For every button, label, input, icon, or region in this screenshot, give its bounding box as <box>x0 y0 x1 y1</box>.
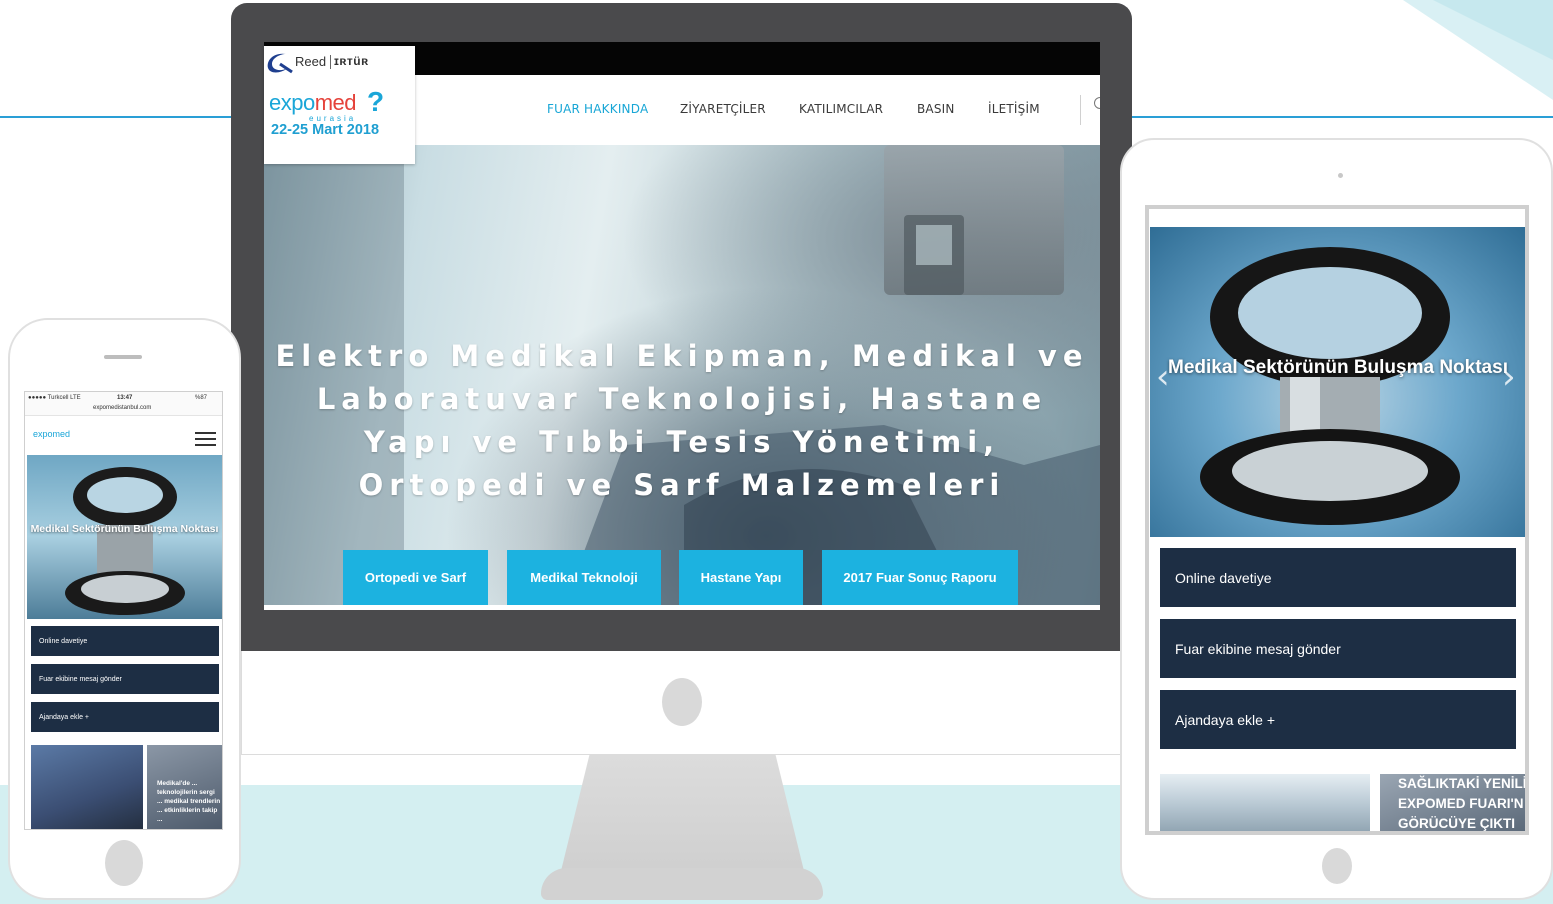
phone-news-snippet: Medikal'de ... teknolojilerin sergi ... … <box>157 780 221 823</box>
phone-news-image-1[interactable] <box>31 745 143 829</box>
phone-carrier: ●●●●● Turkcell LTE <box>28 395 81 401</box>
phone-url: expomedistanbul.com <box>93 405 152 411</box>
nav-separator <box>1080 95 1081 125</box>
chevron-left-icon[interactable]: ‹ <box>1156 357 1170 397</box>
nav-iletisim[interactable]: İLETİŞİM <box>988 102 1040 116</box>
tablet-home-button <box>1322 848 1352 884</box>
phone-speaker <box>104 355 142 359</box>
phone-hero-title: Medikal Sektörünün Buluşma Noktası <box>30 523 219 535</box>
phone-header: expomed <box>25 417 222 455</box>
tablet-button-ajandaya-ekle[interactable]: Ajandaya ekle + <box>1160 690 1516 749</box>
phone-news-thumbnails: Medikal'de ... teknolojilerin sergi ... … <box>31 745 222 829</box>
mockup-stage: FUAR HAKKINDA ZİYARETÇİLER KATILIMCILAR … <box>0 0 1553 904</box>
phone-screen: ●●●●● Turkcell LTE 13:47 %87 expomedista… <box>24 391 223 830</box>
tablet-button-online-davetiye[interactable]: Online davetiye <box>1160 548 1516 607</box>
hero-button-hastane-yapi[interactable]: Hastane Yapı <box>679 550 803 605</box>
tablet-news-image-2[interactable]: SAĞLIKTAKİ YENİLİ EXPOMED FUARI'N GÖRÜCÜ… <box>1380 774 1527 831</box>
phone-button-mesaj-gonder[interactable]: Fuar ekibine mesaj gönder <box>31 664 219 694</box>
desktop-monitor-base <box>541 868 823 900</box>
phone-battery: %87 <box>195 395 208 401</box>
tablet-news-image-1[interactable] <box>1160 774 1370 831</box>
stethoscope-image <box>1200 247 1460 525</box>
expomed-mark-icon: ? <box>367 86 385 117</box>
hero-button-sonuc-raporu[interactable]: 2017 Fuar Sonuç Raporu <box>822 550 1018 605</box>
expomed-logo[interactable]: Reed ɪʀᴛüʀ expomed ? eurasia 22-25 Mart … <box>264 46 415 164</box>
desktop-monitor-logo <box>662 678 702 726</box>
nav-basin[interactable]: BASIN <box>917 102 955 116</box>
search-icon[interactable] <box>1094 97 1100 109</box>
tablet-camera <box>1338 173 1343 178</box>
phone-button-online-davetiye[interactable]: Online davetiye <box>31 626 219 656</box>
desktop-monitor-stand <box>560 755 805 875</box>
hero-button-ortopedi[interactable]: Ortopedi ve Sarf <box>343 550 488 605</box>
phone-status-bar: ●●●●● Turkcell LTE 13:47 %87 expomedista… <box>25 392 222 416</box>
phone-hero: Medikal Sektörünün Buluşma Noktası <box>27 455 222 619</box>
hero-button-medikal-teknoloji[interactable]: Medikal Teknoloji <box>507 550 661 605</box>
logo-divider <box>330 55 331 69</box>
phone-home-button <box>105 840 143 886</box>
corner-decoration <box>1403 0 1553 100</box>
phone-logo[interactable]: expomed <box>33 429 70 439</box>
nav-ziyaretciler[interactable]: ZİYARETÇİLER <box>680 102 766 116</box>
nav-fuar-hakkinda[interactable]: FUAR HAKKINDA <box>547 102 648 116</box>
tablet-news-headline: SAĞLIKTAKİ YENİLİ EXPOMED FUARI'N GÖRÜCÜ… <box>1398 776 1527 831</box>
phone-news-image-2[interactable]: Medikal'de ... teknolojilerin sergi ... … <box>147 745 222 829</box>
hero-title: Elektro Medikal Ekipman, Medikal ve Labo… <box>275 339 1089 502</box>
fair-date: 22-25 Mart 2018 <box>271 122 380 138</box>
chevron-right-icon[interactable]: › <box>1502 357 1516 397</box>
tur-brand-text: ɪʀᴛüʀ <box>334 54 369 68</box>
hamburger-menu-icon[interactable] <box>195 432 216 446</box>
tablet-hero: Medikal Sektörünün Buluşma Noktası ‹ › <box>1150 227 1525 537</box>
expomed-wordmark: expomed <box>269 90 357 115</box>
tablet-button-mesaj-gonder[interactable]: Fuar ekibine mesaj gönder <box>1160 619 1516 678</box>
phone-button-ajandaya-ekle[interactable]: Ajandaya ekle + <box>31 702 219 732</box>
reed-brand-text: Reed <box>295 54 327 69</box>
reed-logo-icon <box>267 53 293 74</box>
nav-katilimcilar[interactable]: KATILIMCILAR <box>799 102 883 116</box>
tablet-screen: Medikal Sektörünün Buluşma Noktası ‹ › O… <box>1145 205 1529 835</box>
desktop-hero: Elektro Medikal Ekipman, Medikal ve Labo… <box>264 145 1100 605</box>
phone-time: 13:47 <box>117 395 133 401</box>
tablet-hero-title: Medikal Sektörünün Buluşma Noktası <box>1168 357 1508 378</box>
stethoscope-image <box>65 467 185 615</box>
